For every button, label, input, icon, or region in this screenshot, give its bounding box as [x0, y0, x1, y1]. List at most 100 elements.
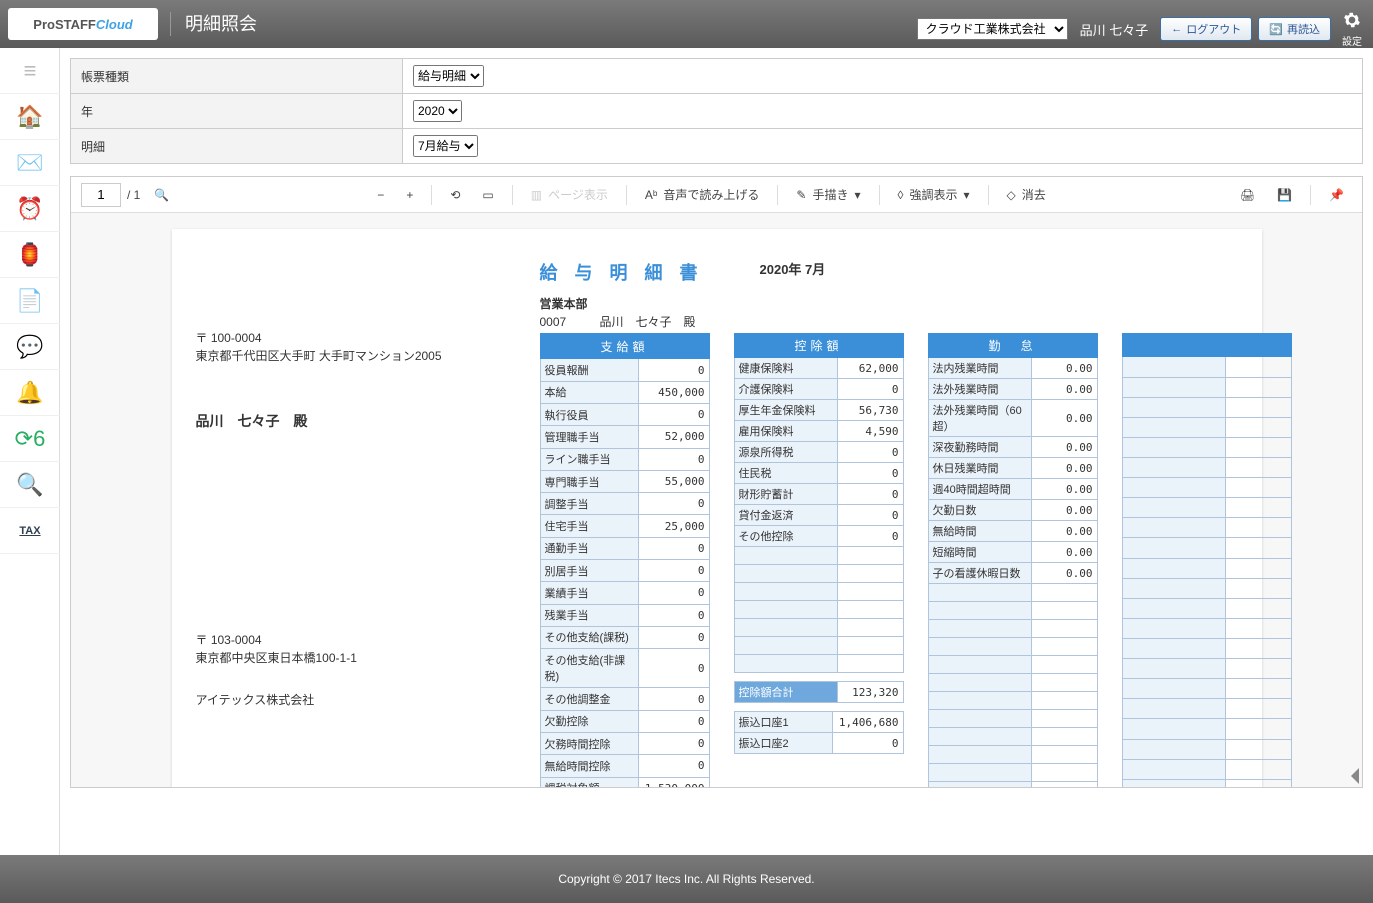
row-label	[1122, 518, 1226, 538]
save-icon[interactable]: 💾	[1269, 184, 1300, 206]
row-label: 財形貯蓄計	[734, 484, 838, 505]
row-value: 0	[638, 604, 709, 626]
row-label: 貸付金返済	[734, 505, 838, 526]
row-label: 業績手当	[540, 582, 638, 604]
mail-icon[interactable]: ✉️	[0, 140, 60, 186]
form-icon[interactable]: 📄	[0, 278, 60, 324]
table-row: 法外残業時間0.00	[928, 379, 1097, 400]
row-label: 管理職手当	[540, 426, 638, 448]
table-row: 健康保険料62,000	[734, 358, 903, 379]
table-row: 子の看護休暇日数0.00	[928, 563, 1097, 584]
menu-icon[interactable]: ≡	[0, 48, 60, 94]
table-row: 欠務時間控除0	[540, 732, 709, 754]
row-label	[1122, 458, 1226, 478]
payslip-title: 給 与 明 細 書	[540, 259, 704, 285]
row-value: 0	[638, 448, 709, 470]
settings-label: 設定	[1337, 33, 1367, 48]
clock-icon[interactable]: ⏰	[0, 186, 60, 232]
table-row: 欠勤控除0	[540, 710, 709, 732]
page-view-label: ページ表示	[548, 186, 608, 203]
settings-button[interactable]: 設定	[1337, 10, 1367, 48]
row-value: 0.00	[1032, 521, 1097, 542]
refresh-badge-icon[interactable]: ⟳6	[0, 416, 60, 462]
row-label	[734, 565, 838, 583]
app-header: ProSTAFF Cloud 明細照会 クラウド工業株式会社 品川 七々子 ←ロ…	[0, 0, 1373, 48]
table-row	[1122, 437, 1291, 457]
row-label: 専門職手当	[540, 470, 638, 492]
stamp-icon[interactable]: 🏮	[0, 232, 60, 278]
table-row	[928, 674, 1097, 692]
zoom-out-icon[interactable]: −	[369, 184, 392, 206]
erase-button[interactable]: ◇ 消去	[999, 182, 1054, 207]
table-row	[1122, 357, 1291, 377]
row-label: 役員報酬	[540, 359, 638, 381]
row-value	[1032, 710, 1097, 728]
row-value	[1226, 679, 1291, 699]
logout-button[interactable]: ←ログアウト	[1160, 17, 1252, 41]
main: 帳票種類 給与明細 年 2020 明細 7月給与 / 1 🔍 − + ⟲ ▭ ▥…	[60, 48, 1373, 855]
row-label	[1122, 618, 1226, 638]
table-row	[734, 547, 903, 565]
row-label: 厚生年金保険料	[734, 400, 838, 421]
row-value	[1226, 417, 1291, 437]
tts-button[interactable]: Aᵇ 音声で読み上げる	[637, 182, 768, 207]
chat-icon[interactable]: 💬	[0, 324, 60, 370]
row-label: 残業手当	[540, 604, 638, 626]
page-input[interactable]	[81, 183, 121, 207]
row-value: 0.00	[1032, 479, 1097, 500]
zoom-in-icon[interactable]: +	[398, 184, 421, 206]
row-label: 欠勤控除	[540, 710, 638, 732]
row-value	[838, 601, 903, 619]
row-value	[1226, 478, 1291, 498]
filter-detail-select[interactable]: 7月給与	[413, 135, 478, 157]
row-value	[1032, 692, 1097, 710]
row-label	[1122, 437, 1226, 457]
filter-type-select[interactable]: 給与明細	[413, 65, 484, 87]
row-value: 0.00	[1032, 437, 1097, 458]
company-name: アイテックス株式会社	[196, 691, 516, 709]
search-icon[interactable]: 🔍	[0, 462, 60, 508]
company-select[interactable]: クラウド工業株式会社	[917, 18, 1068, 40]
print-icon[interactable]: 🖨	[1232, 184, 1263, 206]
row-label: 無給時間	[928, 521, 1032, 542]
transfer1-value: 1,406,680	[832, 712, 903, 733]
logo-text: ProSTAFF	[33, 17, 96, 32]
row-value: 1,530,000	[638, 777, 709, 787]
reload-button[interactable]: 🔄再読込	[1258, 17, 1331, 41]
table-row: 管理職手当52,000	[540, 426, 709, 448]
row-value	[838, 655, 903, 673]
row-label	[1122, 739, 1226, 759]
row-value	[1226, 578, 1291, 598]
table-row	[928, 782, 1097, 788]
row-value: 0.00	[1032, 500, 1097, 521]
table-row	[734, 655, 903, 673]
row-value: 0	[638, 493, 709, 515]
table-row	[1122, 538, 1291, 558]
row-value: 25,000	[638, 515, 709, 537]
row-label: 法内残業時間	[928, 358, 1032, 379]
tax-icon[interactable]: TAX	[0, 508, 60, 554]
rotate-icon[interactable]: ⟲	[442, 184, 468, 206]
row-label	[734, 637, 838, 655]
addr2-zip: 〒 103-0004	[196, 631, 516, 649]
row-label	[1122, 417, 1226, 437]
bell-icon[interactable]: 🔔	[0, 370, 60, 416]
freehand-button[interactable]: ✎ 手描き ▾	[788, 182, 868, 207]
row-label	[1122, 779, 1226, 787]
row-label: 雇用保険料	[734, 421, 838, 442]
row-label	[1122, 498, 1226, 518]
fit-icon[interactable]: ▭	[474, 184, 501, 206]
viewer-body[interactable]: 〒 100-0004 東京都千代田区大手町 大手町マンション2005 品川 七々…	[71, 213, 1362, 787]
pin-icon[interactable]: 📌	[1321, 184, 1352, 206]
table-row	[1122, 719, 1291, 739]
deduct-total-value: 123,320	[838, 682, 903, 703]
search-icon[interactable]: 🔍	[146, 184, 177, 206]
row-label	[1122, 377, 1226, 397]
row-label: 欠勤日数	[928, 500, 1032, 521]
reload-label: 再読込	[1287, 21, 1320, 37]
filter-year-select[interactable]: 2020	[413, 100, 462, 122]
home-icon[interactable]: 🏠	[0, 94, 60, 140]
highlight-button[interactable]: ◊ 強調表示 ▾	[890, 182, 978, 207]
row-value	[1226, 437, 1291, 457]
tts-label: 音声で読み上げる	[663, 186, 759, 203]
